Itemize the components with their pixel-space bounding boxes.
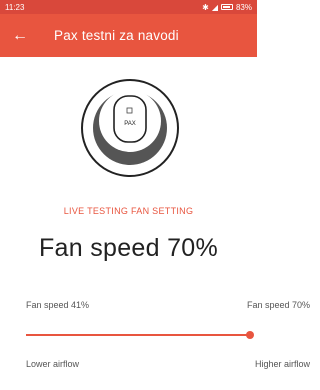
fan-speed-slider[interactable] [26, 330, 254, 340]
status-time: 11:23 [5, 2, 25, 12]
back-button[interactable]: ← [0, 14, 40, 57]
fan-speed-range-labels: Fan speed 41% Fan speed 70% [26, 300, 310, 310]
status-bar: 11:23 ✱ ◢ 83% [0, 0, 257, 14]
lower-airflow-label: Lower airflow [26, 359, 80, 369]
app-bar: ← Pax testni za navodi [0, 14, 257, 57]
arrow-left-icon: ← [12, 26, 28, 44]
live-testing-label: LIVE TESTING FAN SETTING [63, 206, 194, 216]
fan-speed-heading: Fan speed 70% [38, 234, 219, 262]
airflow-labels: Lower airflow Higher airflow [26, 359, 310, 369]
higher-airflow-label: Higher airflow [254, 359, 310, 369]
battery-level: 83% [235, 2, 252, 12]
device-label: PAX [124, 121, 136, 127]
pax-device-illustration: PAX [80, 78, 180, 178]
signal-icon: ◢ [211, 2, 218, 12]
battery-icon [220, 4, 233, 10]
slider-thumb[interactable] [246, 331, 254, 339]
page-title: Pax testni za navodi [54, 28, 179, 43]
status-icons: ✱ ◢ 83% [202, 3, 252, 12]
device-graphic: PAX [81, 79, 179, 177]
min-fan-speed-label: Fan speed 41% [26, 300, 90, 310]
max-fan-speed-label: Fan speed 70% [246, 300, 310, 310]
bluetooth-icon: ✱ [202, 2, 209, 12]
slider-fill [26, 334, 250, 336]
